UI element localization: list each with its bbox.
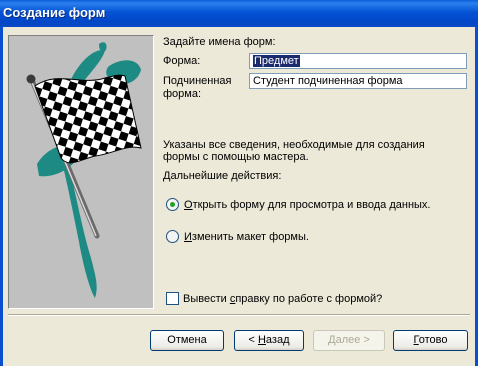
subform-label-line2: форма: — [163, 88, 202, 100]
flag-pole-knob — [26, 74, 36, 84]
main-form-name-value: Предмет — [253, 55, 300, 67]
show-help-label[interactable]: Вывести справку по работе с формой? — [183, 293, 382, 305]
window-title: Создание форм — [3, 5, 106, 20]
main-form-label: Форма: — [163, 55, 201, 67]
modify-layout-radio[interactable] — [166, 230, 179, 243]
form-names-heading: Задайте имена форм: — [163, 36, 276, 48]
title-bar[interactable]: Создание форм — [0, 0, 478, 27]
open-form-radio[interactable] — [166, 198, 179, 211]
modify-layout-option-label[interactable]: Изменить макет формы. — [184, 231, 309, 243]
wizard-window: Создание форм Задайте имена форм: Форма:… — [0, 0, 478, 366]
info-text-line2: формы с помощью мастера. — [163, 151, 309, 163]
subform-name-value: Студент подчиненная форма — [253, 75, 403, 87]
next-button[interactable]: Далее > — [313, 330, 385, 351]
main-form-name-input[interactable]: Предмет — [249, 53, 467, 69]
flag-cloth — [34, 74, 142, 164]
button-separator — [8, 314, 470, 316]
show-help-checkbox[interactable] — [166, 292, 179, 305]
wizard-picture — [8, 35, 154, 309]
radio-selected-dot — [170, 202, 175, 207]
subform-name-input[interactable]: Студент подчиненная форма — [249, 73, 467, 89]
subform-label-line1: Подчиненная — [163, 75, 232, 87]
back-button[interactable]: < Назад — [234, 330, 304, 351]
next-actions-label: Дальнейшие действия: — [163, 170, 282, 182]
open-form-option-label[interactable]: Открыть форму для просмотра и ввода данн… — [184, 199, 430, 211]
info-text-line1: Указаны все сведения, необходимые для со… — [163, 139, 425, 151]
window-frame-left — [0, 27, 3, 366]
cancel-button[interactable]: Отмена — [150, 330, 224, 351]
finish-button[interactable]: Готово — [393, 330, 468, 351]
checkered-flag-icon — [26, 42, 142, 298]
